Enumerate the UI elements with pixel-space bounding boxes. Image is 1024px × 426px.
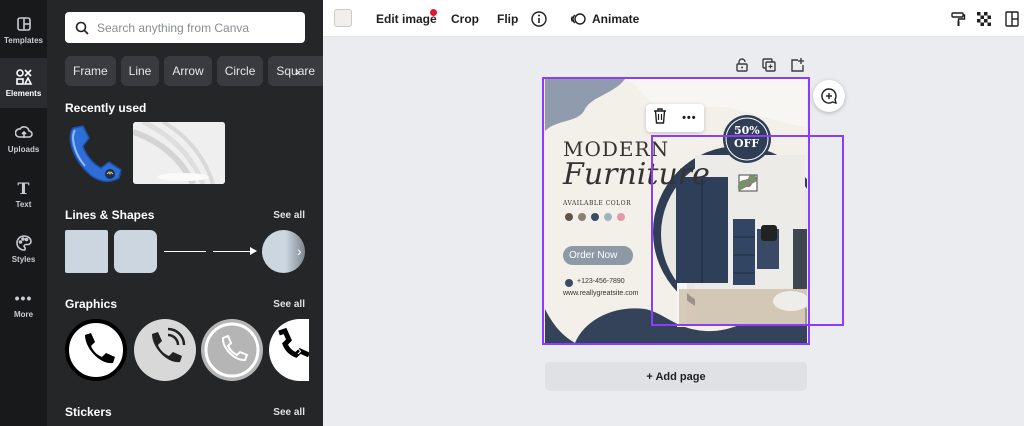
animate-icon bbox=[570, 12, 586, 25]
animate-button[interactable]: Animate bbox=[570, 0, 639, 37]
rail-label: More bbox=[13, 310, 34, 319]
elements-icon bbox=[15, 68, 33, 86]
add-comment-button[interactable] bbox=[813, 80, 845, 112]
transparency-icon bbox=[977, 11, 991, 26]
rail-text[interactable]: T Text bbox=[0, 169, 47, 219]
rail-templates[interactable]: Templates bbox=[0, 5, 47, 55]
chevron-right-icon[interactable]: › bbox=[297, 243, 302, 259]
rail-label: Text bbox=[15, 200, 32, 209]
order-now-cta: Order Now bbox=[569, 250, 618, 261]
rail-styles[interactable]: Styles bbox=[0, 224, 47, 274]
info-button[interactable] bbox=[531, 0, 547, 37]
discount-badge-top: 50% bbox=[734, 124, 760, 137]
line-shape[interactable] bbox=[164, 251, 206, 252]
white-curves-thumb[interactable] bbox=[133, 122, 225, 184]
edit-image-button[interactable]: Edit image bbox=[376, 0, 437, 37]
background-color-swatch[interactable] bbox=[334, 9, 352, 27]
rounded-square-shape[interactable] bbox=[114, 230, 157, 273]
arrow-line-shape[interactable] bbox=[213, 251, 255, 252]
animate-label: Animate bbox=[592, 11, 640, 26]
phone-graphic-4[interactable] bbox=[269, 319, 309, 381]
flip-button[interactable]: Flip bbox=[497, 0, 518, 37]
text-icon: T bbox=[17, 178, 30, 198]
search-icon bbox=[75, 21, 89, 35]
square-shape[interactable] bbox=[65, 230, 108, 273]
notification-dot bbox=[430, 9, 437, 16]
templates-icon bbox=[15, 15, 33, 33]
chip-circle[interactable]: Circle bbox=[216, 56, 264, 86]
website-url: www.reallygreatsite.com bbox=[563, 290, 639, 297]
stickers-title: Stickers bbox=[65, 405, 112, 419]
position-button[interactable] bbox=[1005, 0, 1019, 37]
more-options-icon[interactable]: ••• bbox=[682, 112, 697, 124]
lines-shapes-title: Lines & Shapes bbox=[65, 208, 155, 222]
styles-icon bbox=[15, 234, 33, 252]
chevron-right-icon[interactable]: › bbox=[295, 56, 309, 86]
chip-arrow[interactable]: Arrow bbox=[164, 56, 212, 86]
rail-uploads[interactable]: Uploads bbox=[0, 114, 47, 164]
rail-more[interactable]: ••• More bbox=[0, 279, 47, 329]
lines-shapes-see-all[interactable]: See all bbox=[273, 210, 305, 221]
phone-graphic-3[interactable] bbox=[201, 319, 263, 381]
paint-roller-icon bbox=[951, 11, 966, 26]
top-toolbar: Edit image Crop Flip Animate bbox=[323, 0, 1024, 37]
rail-label: Uploads bbox=[7, 145, 40, 154]
stickers-see-all[interactable]: See all bbox=[273, 407, 305, 418]
available-color-label: AVAILABLE COLOR bbox=[563, 200, 632, 207]
graphics-see-all[interactable]: See all bbox=[273, 299, 305, 310]
arrowhead-icon bbox=[250, 247, 257, 255]
phone-sticker-thumb[interactable] bbox=[65, 122, 127, 184]
search-box[interactable] bbox=[65, 12, 305, 43]
phone-graphic-2[interactable] bbox=[134, 319, 196, 381]
comment-plus-icon bbox=[821, 88, 838, 105]
left-rail: Templates Elements Uploads T Text Styles… bbox=[0, 0, 47, 426]
uploads-icon bbox=[14, 124, 33, 142]
shape-chips: Frame Line Arrow Circle Square bbox=[65, 56, 323, 86]
crop-button[interactable]: Crop bbox=[451, 0, 479, 37]
graphics-title: Graphics bbox=[65, 297, 118, 311]
discount-badge-bottom: OFF bbox=[734, 137, 760, 150]
add-page-button[interactable]: + Add page bbox=[545, 362, 807, 391]
recently-used-title: Recently used bbox=[65, 101, 147, 115]
chip-line[interactable]: Line bbox=[120, 56, 160, 86]
element-context-toolbar: ••• bbox=[646, 104, 704, 132]
more-icon: ••• bbox=[14, 290, 33, 306]
paint-roller-button[interactable] bbox=[950, 0, 966, 37]
add-page-icon[interactable] bbox=[789, 57, 805, 73]
rail-label: Elements bbox=[5, 89, 42, 98]
rail-elements[interactable]: Elements bbox=[0, 58, 47, 108]
rail-label: Templates bbox=[4, 36, 43, 45]
search-input[interactable] bbox=[97, 20, 297, 35]
rail-label: Styles bbox=[11, 255, 36, 264]
chip-frame[interactable]: Frame bbox=[65, 56, 116, 86]
lock-icon[interactable] bbox=[734, 57, 750, 73]
phone-graphic-1[interactable] bbox=[65, 319, 127, 381]
elements-panel: Frame Line Arrow Circle Square › Recentl… bbox=[47, 0, 323, 426]
duplicate-page-icon[interactable] bbox=[761, 57, 777, 73]
trash-icon[interactable] bbox=[653, 107, 667, 129]
chevron-right-icon[interactable]: › bbox=[297, 342, 302, 358]
transparency-button[interactable] bbox=[976, 0, 992, 37]
phone-number: +123-456-7890 bbox=[577, 278, 625, 285]
position-icon bbox=[1005, 10, 1019, 27]
design-script-title: Furniture bbox=[563, 157, 710, 192]
info-icon bbox=[531, 10, 547, 27]
